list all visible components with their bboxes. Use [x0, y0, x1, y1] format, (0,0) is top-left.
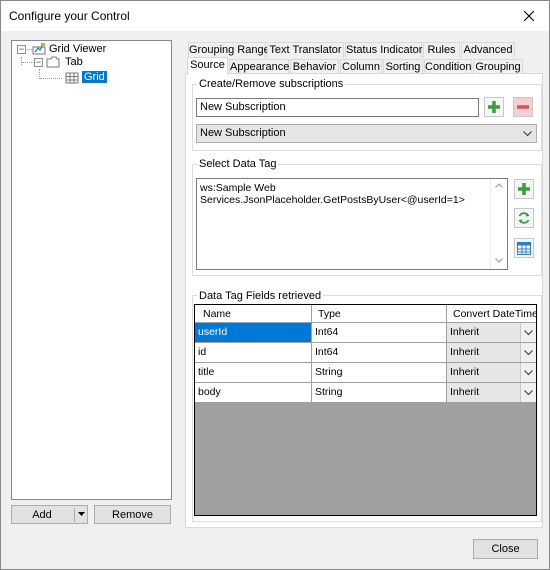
tab-source[interactable]: Source — [187, 57, 228, 75]
column-header-type[interactable]: Type — [312, 305, 447, 323]
close-icon — [524, 11, 534, 21]
add-subscription-button[interactable] — [484, 97, 504, 117]
table-view-button[interactable] — [514, 238, 534, 258]
refresh-icon — [518, 212, 530, 224]
fields-group-label: Data Tag Fields retrieved — [197, 290, 324, 302]
cell-convert-value: Inherit — [450, 386, 480, 398]
cell-name[interactable]: id — [195, 343, 312, 363]
add-button[interactable]: Add — [11, 505, 88, 524]
cell-convert-datetime[interactable]: Inherit — [447, 383, 536, 403]
tab-icon — [46, 56, 60, 68]
chevron-down-icon[interactable] — [520, 343, 536, 362]
tree-node-grid-label: Grid — [82, 71, 107, 83]
cell-name[interactable]: body — [195, 383, 312, 403]
close-button[interactable] — [509, 1, 549, 31]
tab-grouping-range[interactable]: Grouping Range — [188, 42, 270, 58]
plus-icon — [518, 183, 530, 195]
cell-type[interactable]: String — [312, 363, 447, 383]
control-tree[interactable]: − Grid Viewer − Tab Grid — [11, 40, 172, 500]
title-bar: Configure your Control — [1, 1, 549, 31]
table-icon — [517, 241, 531, 255]
data-tag-textarea[interactable]: ws:Sample Web Services.JsonPlaceholder.G… — [196, 178, 508, 270]
subscription-select-value: New Subscription — [200, 127, 286, 139]
chevron-down-icon[interactable] — [78, 512, 85, 517]
tab-advanced[interactable]: Advanced — [461, 42, 515, 58]
chevron-down-icon[interactable] — [520, 383, 536, 402]
window-title: Configure your Control — [9, 9, 130, 23]
tab-text-translator[interactable]: Text Translator — [267, 42, 344, 58]
chevron-down-icon[interactable] — [520, 363, 536, 382]
plus-icon — [488, 101, 500, 113]
cell-convert-datetime[interactable]: Inherit — [447, 363, 536, 383]
cell-convert-datetime[interactable]: Inherit — [447, 323, 536, 343]
data-tag-line2: Services.JsonPlaceholder.GetPostsByUser<… — [200, 194, 465, 206]
cell-type[interactable]: String — [312, 383, 447, 403]
cell-type[interactable]: Int64 — [312, 323, 447, 343]
remove-subscription-button[interactable] — [513, 97, 533, 117]
dialog-window: Configure your Control − Grid Viewer − T… — [0, 0, 550, 570]
tab-rules[interactable]: Rules — [423, 42, 460, 58]
cell-type[interactable]: Int64 — [312, 343, 447, 363]
grid-icon — [65, 72, 79, 84]
column-header-name[interactable]: Name — [195, 305, 312, 323]
add-button-label: Add — [32, 508, 52, 521]
close-button-footer[interactable]: Close — [473, 539, 538, 559]
cell-convert-value: Inherit — [450, 326, 480, 338]
subscription-select[interactable]: New Subscription — [196, 124, 537, 143]
tree-node-grid[interactable]: Grid — [82, 71, 107, 84]
tab-status-indicator[interactable]: Status Indicator — [345, 42, 422, 58]
textarea-scrollbar[interactable] — [490, 179, 507, 269]
grid-viewer-icon — [32, 43, 46, 55]
fields-grid[interactable]: Name Type Convert DateTime userId Int64 … — [194, 304, 537, 516]
cell-convert-value: Inherit — [450, 346, 480, 358]
chevron-down-icon[interactable] — [520, 323, 536, 342]
column-header-convert-datetime[interactable]: Convert DateTime — [447, 305, 536, 323]
data-tag-line1: ws:Sample Web — [200, 182, 276, 194]
tree-node-grid-viewer[interactable]: Grid Viewer — [49, 43, 106, 56]
remove-button[interactable]: Remove — [94, 505, 171, 524]
subscriptions-group-label: Create/Remove subscriptions — [197, 78, 346, 90]
refresh-data-tag-button[interactable] — [514, 208, 534, 228]
chevron-down-icon — [520, 125, 534, 142]
cell-convert-value: Inherit — [450, 366, 480, 378]
subscription-name-input[interactable]: New Subscription — [196, 98, 479, 117]
add-data-tag-button[interactable] — [514, 179, 534, 199]
cell-convert-datetime[interactable]: Inherit — [447, 343, 536, 363]
tree-expander-tab[interactable]: − — [34, 58, 43, 67]
tree-expander-root[interactable]: − — [17, 45, 26, 54]
data-tag-group-label: Select Data Tag — [197, 158, 279, 170]
minus-icon — [517, 105, 529, 109]
tree-node-tab[interactable]: Tab — [65, 56, 83, 69]
cell-name[interactable]: userId — [195, 323, 312, 343]
cell-name[interactable]: title — [195, 363, 312, 383]
